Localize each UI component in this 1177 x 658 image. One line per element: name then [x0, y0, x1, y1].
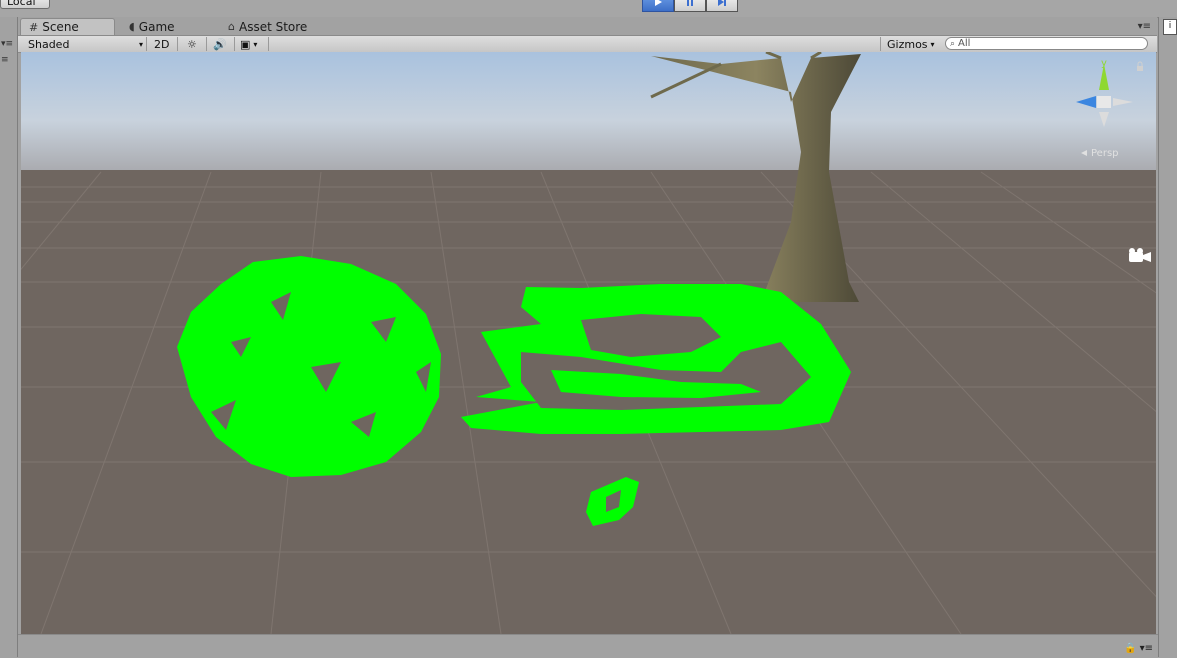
step-icon — [717, 0, 727, 10]
toolbar-divider — [234, 37, 235, 51]
store-icon: ⌂ — [228, 20, 235, 33]
image-icon: ▣ — [240, 37, 251, 51]
dropdown-arrow-icon: ▾ — [930, 39, 935, 49]
sky-background — [21, 52, 1156, 177]
tab-asset-store[interactable]: ⌂ Asset Store — [220, 18, 330, 35]
scene-toolbar: Shaded ▾ 2D ☼ 🔊 ▣ ▾ Gizmos ▾ ⌕ All — [18, 35, 1157, 53]
gizmos-dropdown[interactable]: Gizmos ▾ — [887, 36, 935, 52]
pause-icon — [685, 0, 695, 10]
toolbar-divider — [268, 37, 269, 51]
search-placeholder: All — [958, 38, 971, 49]
mode-2d-toggle[interactable]: 2D — [154, 36, 169, 52]
play-controls — [642, 0, 738, 12]
sun-icon: ☼ — [187, 37, 197, 51]
scene-grid-icon: # — [29, 20, 39, 34]
lock-icon[interactable]: 🔒 ▾≡ — [1124, 643, 1153, 654]
gizmo-projection-label: Persp — [1091, 148, 1119, 159]
tab-scene[interactable]: # Scene — [20, 18, 115, 35]
tab-scene-label: Scene — [42, 20, 79, 34]
speaker-icon: 🔊 — [213, 37, 227, 51]
gizmo-y-label: y — [1101, 58, 1107, 69]
dropdown-arrow-icon: ▾ — [253, 39, 258, 49]
tab-game-label: Game — [138, 19, 175, 34]
game-pacman-icon: ◖ — [129, 20, 135, 33]
play-button[interactable] — [642, 0, 674, 12]
right-panel-edge: i — [1158, 17, 1177, 657]
step-button[interactable] — [706, 0, 738, 12]
scene-search-input[interactable]: ⌕ All — [945, 37, 1148, 50]
pause-button[interactable] — [674, 0, 706, 12]
tab-menu-icon[interactable]: ▾≡ — [1138, 21, 1151, 32]
gizmos-label: Gizmos — [887, 37, 928, 51]
scene-audio-toggle[interactable]: 🔊 — [213, 36, 227, 52]
panel-menu-icon[interactable]: ≡ — [1, 55, 9, 65]
toolbar-divider — [206, 37, 207, 51]
info-icon[interactable]: i — [1163, 19, 1177, 35]
toolbar-divider — [146, 37, 147, 51]
pivot-rotation-toggle[interactable]: Local — [0, 0, 50, 9]
panel-menu-icon[interactable]: ▾≡ — [1, 39, 13, 49]
play-icon — [653, 0, 663, 10]
render-mode-dropdown[interactable]: Shaded ▾ — [28, 36, 143, 52]
scene-effects-dropdown[interactable]: ▣ ▾ — [240, 36, 257, 52]
left-panel-edge: ▾≡ ≡ — [0, 17, 18, 657]
search-icon: ⌕ — [950, 38, 956, 49]
pivot-rotation-label: Local — [7, 0, 36, 8]
render-mode-label: Shaded — [28, 37, 70, 51]
dropdown-arrow-icon: ▾ — [138, 39, 143, 49]
scene-tab-bar: # Scene ◖ Game ⌂ Asset Store ▾≡ — [18, 17, 1157, 35]
scene-viewport[interactable]: y Persp — [21, 52, 1156, 634]
toolbar-divider — [880, 37, 881, 51]
tab-asset-store-label: Asset Store — [238, 19, 308, 34]
top-toolbar: Local — [0, 0, 1177, 18]
scene-lighting-toggle[interactable]: ☼ — [187, 36, 197, 52]
tab-game[interactable]: ◖ Game — [121, 18, 206, 35]
bottom-status-bar: 🔒 ▾≡ — [18, 634, 1158, 658]
mode-2d-label: 2D — [154, 37, 170, 51]
toolbar-divider — [177, 37, 178, 51]
